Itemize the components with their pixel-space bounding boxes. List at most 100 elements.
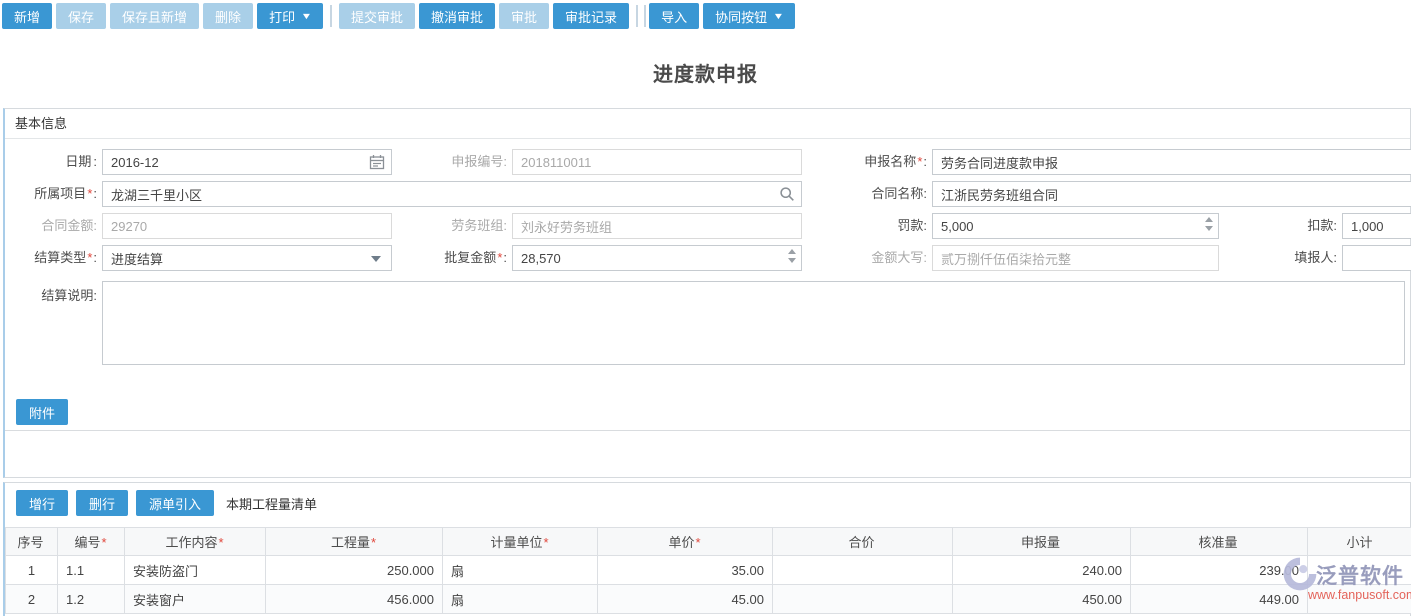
number-spinner [1205,217,1213,231]
new-button[interactable]: 新增 [2,3,52,29]
chevron-down-icon [371,256,381,262]
date-label: 日期: [11,149,97,175]
cell-unit[interactable]: 扇 [443,556,598,585]
approved-amount-field [512,245,802,271]
deduction-label: 扣款: [1267,213,1337,239]
contract-amount-label: 合同金额: [11,213,97,239]
spinner-down-icon[interactable] [1205,226,1213,231]
settle-type-select[interactable]: 进度结算 [102,245,392,271]
print-dropdown-button[interactable]: 打印 ▼ [257,3,323,29]
page-title: 进度款申报 [0,58,1411,87]
labor-team-input [512,213,802,239]
approve-button[interactable]: 审批 [499,3,549,29]
search-icon[interactable] [779,186,795,202]
declare-no-input [512,149,802,175]
contract-amount-field [102,213,392,239]
main-toolbar: 新增 保存 保存且新增 删除 打印 ▼ 提交审批 撤消审批 审批 审批记录 导入… [0,0,1411,34]
contract-name-input[interactable] [932,181,1411,207]
penalty-field [932,213,1219,239]
cell-unit[interactable]: 扇 [443,585,598,614]
work-quantity-table: 序号 编号* 工作内容* 工程量* 计量单位* 单价* 合价 申报量 核准量 小… [5,527,1411,614]
project-input[interactable] [102,181,802,207]
grid-title: 本期工程量清单 [226,494,317,513]
table-row: 1 1.1 安装防盗门 250.000 扇 35.00 240.00 239.0… [6,556,1411,585]
amount-caps-input [932,245,1219,271]
settle-type-label: 结算类型*: [11,245,97,271]
table-header-row: 序号 编号* 工作内容* 工程量* 计量单位* 单价* 合价 申报量 核准量 小… [6,528,1411,556]
settle-note-label: 结算说明: [11,283,97,309]
col-header-seq: 序号 [6,528,58,556]
delete-button[interactable]: 删除 [203,3,253,29]
contract-name-label: 合同名称: [833,181,927,207]
import-button[interactable]: 导入 [649,3,699,29]
settle-type-field: 进度结算 [102,245,392,271]
cell-seq[interactable]: 2 [6,585,58,614]
cancel-approval-button[interactable]: 撤消审批 [419,3,495,29]
cell-subtotal[interactable] [1308,556,1411,585]
delete-row-button[interactable]: 删行 [76,490,128,516]
cell-subtotal[interactable] [1308,585,1411,614]
approved-amount-label: 批复金额*: [415,245,507,271]
date-field [102,149,392,175]
add-row-button[interactable]: 增行 [16,490,68,516]
toolbar-separator [330,5,332,27]
cell-quantity[interactable]: 250.000 [266,556,443,585]
collaborate-label: 协同按钮 [715,7,767,26]
spinner-up-icon[interactable] [788,249,796,254]
cell-quantity[interactable]: 456.000 [266,585,443,614]
col-header-total-price: 合价 [773,528,953,556]
col-header-work-content: 工作内容* [125,528,266,556]
print-label: 打印 [269,7,295,26]
cell-approved-qty[interactable]: 239.00 [1131,556,1308,585]
save-and-new-button[interactable]: 保存且新增 [110,3,199,29]
contract-name-field [932,181,1411,207]
cell-code[interactable]: 1.2 [58,585,125,614]
cell-unit-price[interactable]: 45.00 [598,585,773,614]
declare-name-label: 申报名称*: [833,149,927,175]
penalty-input[interactable] [932,213,1219,239]
basic-info-section-title: 基本信息 [5,109,1410,139]
labor-team-field [512,213,802,239]
cell-total-price[interactable] [773,556,953,585]
date-input[interactable] [102,149,392,175]
approval-record-button[interactable]: 审批记录 [553,3,629,29]
calendar-icon[interactable] [369,154,385,170]
attachment-button[interactable]: 附件 [16,399,68,425]
save-button[interactable]: 保存 [56,3,106,29]
table-row: 2 1.2 安装窗户 456.000 扇 45.00 450.00 449.00 [6,585,1411,614]
filler-input[interactable] [1342,245,1411,271]
cell-seq[interactable]: 1 [6,556,58,585]
approved-amount-input[interactable] [512,245,802,271]
cell-work-content[interactable]: 安装窗户 [125,585,266,614]
cell-total-price[interactable] [773,585,953,614]
spinner-down-icon[interactable] [788,258,796,263]
deduction-input[interactable] [1342,213,1411,239]
cell-declared-qty[interactable]: 240.00 [953,556,1131,585]
col-header-approved-qty: 核准量 [1131,528,1308,556]
detail-grid-panel: 增行 删行 源单引入 本期工程量清单 序号 编号* 工作内容* 工程量* 计量单… [3,482,1411,616]
col-header-subtotal: 小计 [1308,528,1411,556]
toolbar-separator [644,5,646,27]
spinner-up-icon[interactable] [1205,217,1213,222]
cell-declared-qty[interactable]: 450.00 [953,585,1131,614]
divider [5,430,1410,431]
submit-approval-button[interactable]: 提交审批 [339,3,415,29]
grid-toolbar: 增行 删行 源单引入 本期工程量清单 [16,490,317,516]
amount-caps-field [932,245,1219,271]
cell-work-content[interactable]: 安装防盗门 [125,556,266,585]
settle-note-field [102,281,1405,365]
collaborate-dropdown-button[interactable]: 协同按钮 ▼ [703,3,795,29]
cell-unit-price[interactable]: 35.00 [598,556,773,585]
amount-caps-label: 金额大写: [833,245,927,271]
settle-note-textarea[interactable] [102,281,1405,365]
labor-team-label: 劳务班组: [415,213,507,239]
declare-name-field [932,149,1411,175]
import-source-button[interactable]: 源单引入 [136,490,214,516]
declare-no-field [512,149,802,175]
filler-label: 填报人: [1267,245,1337,271]
declare-no-label: 申报编号: [415,149,507,175]
cell-approved-qty[interactable]: 449.00 [1131,585,1308,614]
cell-code[interactable]: 1.1 [58,556,125,585]
declare-name-input[interactable] [932,149,1411,175]
chevron-down-icon: ▼ [301,11,313,21]
